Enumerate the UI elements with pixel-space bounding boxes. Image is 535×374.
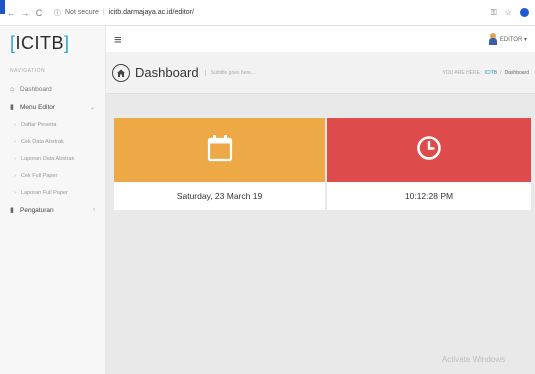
sidebar-item-label: Dashboard [20,85,52,93]
sidebar-item-menu-editor[interactable]: ▮ Menu Editor ⌄ [0,98,105,116]
chevron-right-icon: › [93,207,95,213]
sidebar-subitem-label: Cek Data Abstrak [21,138,64,145]
logo[interactable]: [ICITB] [0,26,105,60]
url-text[interactable]: icitb.darmajaya.ac.id/editor/ [109,9,194,16]
sidebar-item-label: Menu Editor [20,103,56,111]
chevron-down-icon: ⌄ [89,104,95,111]
user-avatar-icon [488,33,497,45]
browser-toolbar: ← → C ⓘ Not secure | icitb.darmajaya.ac.… [0,0,535,26]
chevron-right-icon: › [14,189,16,196]
nav-heading: NAVIGATION [10,68,46,74]
user-menu[interactable]: EDITOR ▾ [488,33,527,45]
clock-icon [416,135,442,166]
sidebar-subitem-label: Cek Full Paper [21,172,58,179]
breadcrumb-separator: / [500,69,502,76]
hamburger-menu-icon[interactable]: ≡ [114,32,122,47]
main-content: Dashboard Subtitle goes here... YOU ARE … [106,52,535,374]
sidebar-subitem-laporan-full-paper[interactable]: › Laporan Full Paper [0,184,105,201]
browser-actions: ⚿ ☆ [491,8,529,18]
sidebar: [ICITB] NAVIGATION ⌂ Dashboard ▮ Menu Ed… [0,26,106,374]
chevron-right-icon: › [14,172,16,179]
profile-icon[interactable] [520,8,529,17]
security-label: Not secure [65,9,99,16]
window-edge [0,0,5,14]
address-bar[interactable]: ⓘ Not secure | icitb.darmajaya.ac.id/edi… [54,8,194,18]
page-title: Dashboard [135,65,199,80]
logo-text: ICITB [15,32,65,53]
calendar-icon [207,134,233,167]
sidebar-item-dashboard[interactable]: ⌂ Dashboard [0,80,105,98]
url-separator: | [102,9,105,16]
time-card-header [327,118,531,182]
back-button[interactable]: ← [6,8,16,18]
page-header: Dashboard Subtitle goes here... YOU ARE … [106,52,535,94]
chevron-right-icon: › [14,138,16,145]
document-icon: ▮ [10,207,14,214]
activate-windows-watermark: Activate Windows [441,355,505,364]
star-icon[interactable]: ☆ [505,8,512,17]
reload-button[interactable]: C [34,8,44,18]
user-label: EDITOR ▾ [499,36,527,43]
key-icon[interactable]: ⚿ [491,8,497,18]
sidebar-subitem-laporan-data-abstrak[interactable]: › Laporan Data Abstrak [0,150,105,167]
info-icon[interactable]: ⓘ [54,8,61,18]
date-text: Saturday, 23 March 19 [114,182,325,210]
time-text: 10:12:28 PM [327,182,531,210]
home-icon: ⌂ [10,85,15,93]
home-circle-icon [112,63,130,82]
sidebar-subitem-label: Laporan Full Paper [21,189,68,196]
breadcrumb-prefix: YOU ARE HERE: [442,69,482,76]
file-icon: ▮ [10,104,14,111]
sidebar-subitem-cek-data-abstrak[interactable]: › Cek Data Abstrak [0,133,105,150]
breadcrumb: YOU ARE HERE: ICITB / Dashboard [442,70,529,76]
forward-button[interactable]: → [20,8,30,18]
chevron-right-icon: › [14,121,16,128]
page-subtitle: Subtitle goes here... [204,69,255,76]
logo-bracket-right: ] [64,32,70,53]
breadcrumb-current: Dashboard [504,69,529,76]
sidebar-item-label: Pengaturan [20,206,54,214]
sidebar-subitem-label: Daftar Peserta [21,121,57,128]
sidebar-subitem-cek-full-paper[interactable]: › Cek Full Paper [0,167,105,184]
chevron-right-icon: › [14,155,16,162]
sidebar-item-pengaturan[interactable]: ▮ Pengaturan › [0,201,105,219]
sidebar-subitem-label: Laporan Data Abstrak [21,155,75,162]
breadcrumb-link-icitb[interactable]: ICITB [484,70,497,76]
sidebar-subitem-daftar-peserta[interactable]: › Daftar Peserta [0,116,105,133]
date-card: Saturday, 23 March 19 [114,118,325,210]
time-card: 10:12:28 PM [327,118,531,210]
top-navbar: ≡ EDITOR ▾ [106,26,535,52]
date-card-header [114,118,325,182]
